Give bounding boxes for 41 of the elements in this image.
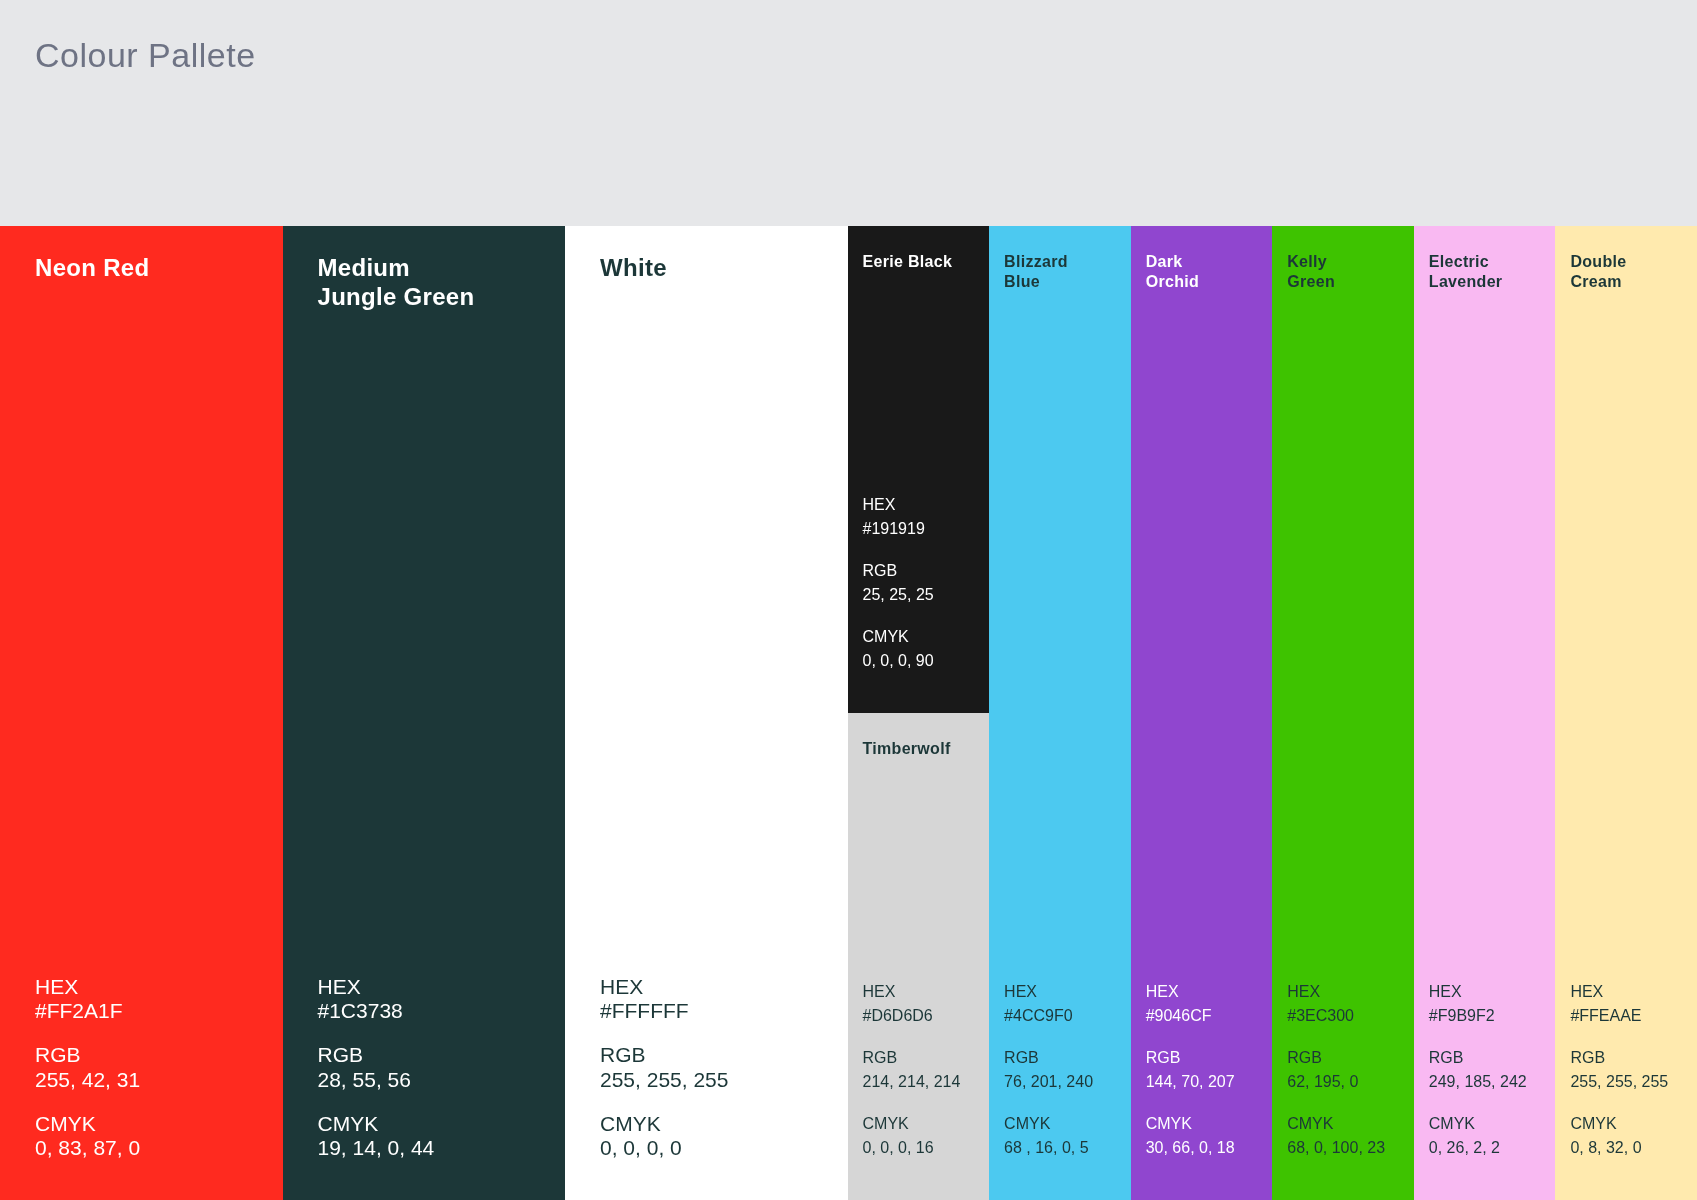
colour-spec: RGB 28, 55, 56: [317, 1043, 411, 1092]
colour-spec: CMYK 0, 26, 2, 2: [1428, 1114, 1500, 1158]
colour-name: Dark Orchid: [1145, 252, 1200, 292]
colour-spec: RGB 255, 42, 31: [35, 1043, 141, 1092]
colour-spec: HEX #4CC9F0: [1004, 982, 1073, 1026]
colour-spec: HEX #F9B9F2: [1428, 982, 1495, 1026]
colour-name: Blizzard Blue: [1004, 252, 1068, 292]
colour-spec: CMYK 0, 0, 0, 90: [862, 627, 934, 671]
colour-spec: RGB 255, 255, 255: [600, 1043, 729, 1092]
colour-spec: HEX #3EC300: [1287, 982, 1354, 1026]
page-title: Colour Pallete: [35, 36, 256, 75]
colour-name: Medium Jungle Green: [317, 254, 475, 312]
colour-name: White: [600, 254, 667, 283]
colour-name: Timberwolf: [862, 739, 951, 759]
colour-spec: HEX #1C3738: [317, 975, 403, 1024]
colour-spec: RGB 144, 70, 207: [1145, 1048, 1235, 1092]
colour-name: Eerie Black: [862, 252, 953, 272]
colour-spec: CMYK 0, 83, 87, 0: [35, 1111, 141, 1160]
colour-spec: RGB 255, 255, 255: [1570, 1048, 1669, 1092]
colour-spec: RGB 62, 195, 0: [1287, 1048, 1359, 1092]
colour-spec: CMYK 68 , 16, 0, 5: [1004, 1114, 1089, 1158]
colour-spec: HEX #FF2A1F: [35, 975, 123, 1024]
colour-spec: CMYK 30, 66, 0, 18: [1145, 1114, 1235, 1158]
colour-spec: RGB 214, 214, 214: [862, 1048, 961, 1092]
colour-name: Double Cream: [1570, 252, 1627, 292]
colour-spec: HEX #FFEAAE: [1570, 982, 1642, 1026]
colour-spec: CMYK 0, 0, 0, 16: [862, 1114, 934, 1158]
colour-spec: CMYK 19, 14, 0, 44: [317, 1111, 435, 1160]
colour-spec: CMYK 0, 8, 32, 0: [1570, 1114, 1642, 1158]
colour-name: Kelly Green: [1287, 252, 1335, 292]
colour-spec: CMYK 68, 0, 100, 23: [1287, 1114, 1386, 1158]
colour-spec: RGB 249, 185, 242: [1428, 1048, 1527, 1092]
colour-spec: HEX #191919: [862, 495, 925, 539]
colour-spec: HEX #9046CF: [1145, 982, 1212, 1026]
colour-spec: CMYK 0, 0, 0, 0: [600, 1111, 682, 1160]
colour-spec: HEX #FFFFFF: [600, 975, 689, 1024]
colour-spec: HEX #D6D6D6: [862, 982, 933, 1026]
colour-name: Electric Lavender: [1428, 252, 1503, 292]
colour-name: Neon Red: [35, 254, 150, 283]
colour-spec: RGB 76, 201, 240: [1004, 1048, 1094, 1092]
colour-spec: RGB 25, 25, 25: [862, 561, 934, 605]
